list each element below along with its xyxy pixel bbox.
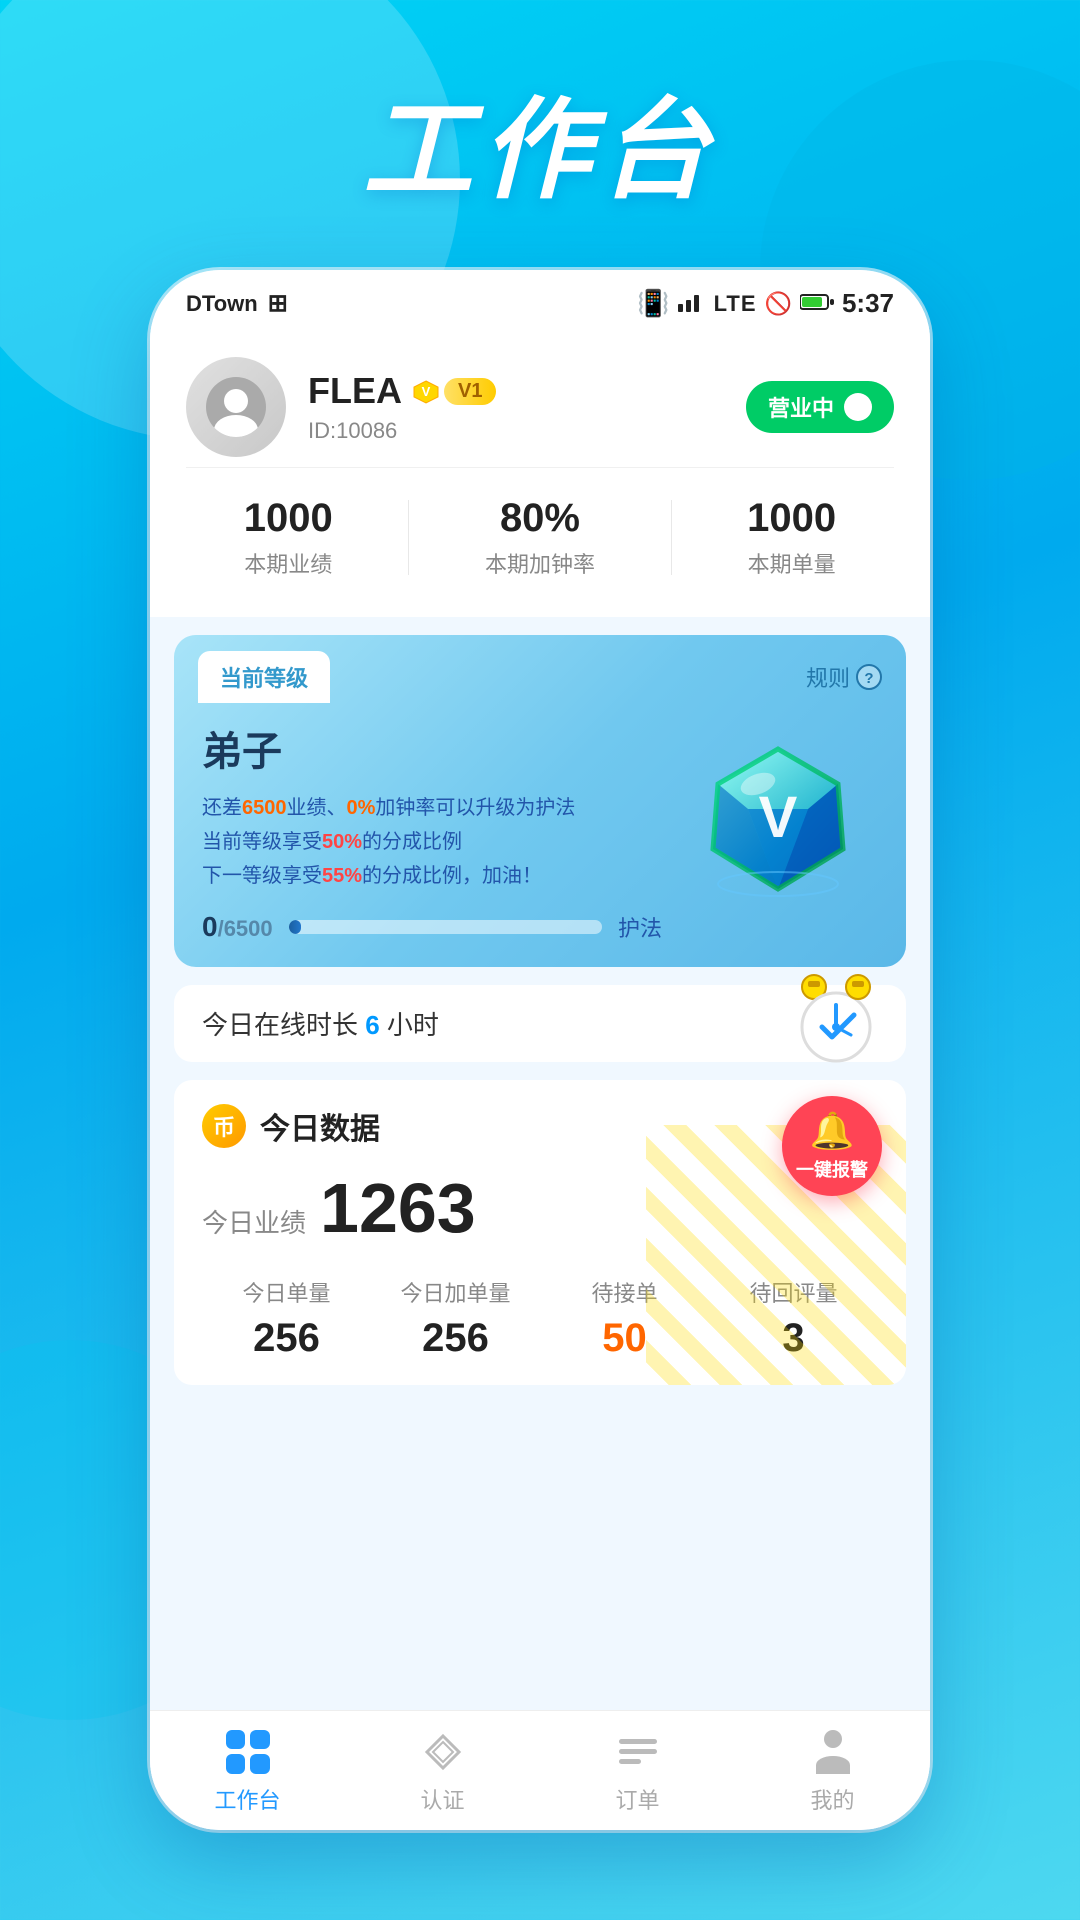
svg-text:V: V	[422, 384, 431, 399]
today-perf-value: 1263	[320, 1168, 476, 1248]
level-card-body: 弟子 还差6500业绩、0%加钟率可以升级为护法 当前等级享受50%的分成比例 …	[174, 703, 906, 967]
workbench-nav-label: 工作台	[214, 1783, 280, 1815]
stat-item-rate: 80% 本期加钟率	[485, 496, 595, 579]
v-badge: V V1	[412, 377, 496, 405]
stat-divider-2	[671, 500, 672, 575]
online-time-text: 今日在线时长 6 小时	[202, 1005, 439, 1042]
lte-label: LTE	[714, 291, 757, 317]
stat-divider-1	[408, 500, 409, 575]
stat-item-performance: 1000 本期业绩	[244, 496, 333, 579]
gem-svg: V	[688, 729, 868, 909]
today-data-card: 币 今日数据 🔔 一键报警 今日业绩 1263 今日单量 256 今日加单量 2	[174, 1080, 906, 1385]
level-progress-row: 0/6500 护法	[202, 911, 662, 943]
data-stat-label-2: 今日加单量	[371, 1276, 540, 1308]
profile-id: ID:10086	[308, 418, 496, 444]
alert-button[interactable]: 🔔 一键报警	[782, 1096, 882, 1196]
grid-icon-shape	[226, 1730, 270, 1774]
person-icon-shape	[813, 1730, 853, 1774]
help-circle-icon: ?	[856, 664, 882, 690]
level-desc-line2: 当前等级享受50%的分成比例	[202, 825, 662, 859]
profile-left: FLEA V V1 ID:10086	[186, 357, 496, 457]
stat-value-orders: 1000	[747, 496, 836, 541]
profile-info: FLEA V V1 ID:10086	[308, 370, 496, 444]
svg-text:?: ?	[864, 670, 873, 687]
status-right: 📳 LTE 🚫 5:37	[637, 288, 894, 319]
level-card: 当前等级 规则 ? 弟子 还差6500业绩、0%加钟率可以升级为护法 当前等级享…	[174, 635, 906, 967]
alert-label: 一键报警	[796, 1156, 868, 1182]
phone-mockup: DTown ⊞ 📳 LTE 🚫	[150, 270, 930, 1830]
level-desc-line3: 下一等级享受55%的分成比例，加油！	[202, 859, 662, 893]
username-label: FLEA	[308, 370, 402, 412]
online-hours: 6	[365, 1010, 379, 1040]
workbench-nav-icon	[223, 1727, 273, 1777]
rules-label: 规则	[806, 661, 850, 693]
stat-label-rate: 本期加钟率	[485, 547, 595, 579]
vibrate-icon: 📳	[637, 288, 669, 319]
auth-nav-icon	[418, 1727, 468, 1777]
online-time-card: 今日在线时长 6 小时	[174, 985, 906, 1062]
page-title: 工作台	[0, 0, 1080, 220]
svg-text:V: V	[759, 785, 798, 850]
level-progress-bar	[289, 920, 602, 934]
data-stat-value-1: 256	[202, 1316, 371, 1361]
mine-nav-label: 我的	[810, 1783, 854, 1815]
stat-value-rate: 80%	[485, 496, 595, 541]
level-tab: 当前等级	[198, 651, 330, 703]
data-card-title: 今日数据	[260, 1104, 380, 1148]
level-gem: V	[678, 719, 878, 919]
level-progress-next: 护法	[618, 911, 662, 943]
clock-icon	[786, 965, 886, 1065]
level-card-header: 当前等级 规则 ?	[174, 635, 906, 703]
level-info: 弟子 还差6500业绩、0%加钟率可以升级为护法 当前等级享受50%的分成比例 …	[202, 719, 662, 943]
battery-icon	[800, 291, 834, 317]
toggle-button[interactable]: 营业中	[746, 381, 894, 433]
alert-bell-icon: 🔔	[810, 1110, 855, 1152]
stats-row: 1000 本期业绩 80% 本期加钟率 1000 本期单量	[186, 467, 894, 589]
status-bar: DTown ⊞ 📳 LTE 🚫	[150, 270, 930, 329]
stat-label-orders: 本期单量	[747, 547, 836, 579]
bottom-nav: 工作台 认证 订单 我的	[150, 1710, 930, 1830]
list-icon-shape	[619, 1739, 657, 1764]
avatar-icon	[206, 377, 266, 437]
stat-label-performance: 本期业绩	[244, 547, 333, 579]
business-toggle[interactable]: 营业中	[746, 381, 894, 433]
level-desc-line1: 还差6500业绩、0%加钟率可以升级为护法	[202, 791, 662, 825]
nav-item-orders[interactable]: 订单	[540, 1727, 735, 1815]
mine-nav-icon	[808, 1727, 858, 1777]
wifi-off-icon: 🚫	[765, 291, 792, 317]
level-progress-fill	[289, 920, 302, 934]
app-content[interactable]: FLEA V V1 ID:10086	[150, 329, 930, 1829]
level-name: 弟子	[202, 719, 662, 777]
profile-name-row: FLEA V V1	[308, 370, 496, 412]
data-stat-add-orders: 今日加单量 256	[371, 1276, 540, 1361]
profile-row: FLEA V V1 ID:10086	[186, 357, 894, 457]
menu-icon: ⊞	[268, 289, 288, 318]
data-stat-label-1: 今日单量	[202, 1276, 371, 1308]
data-stat-daily-orders: 今日单量 256	[202, 1276, 371, 1361]
status-left: DTown ⊞	[186, 289, 288, 318]
level-desc: 还差6500业绩、0%加钟率可以升级为护法 当前等级享受50%的分成比例 下一等…	[202, 791, 662, 893]
avatar	[186, 357, 286, 457]
orders-nav-label: 订单	[615, 1783, 659, 1815]
level-rules[interactable]: 规则 ?	[806, 661, 882, 693]
signal-icon	[678, 290, 706, 318]
nav-item-workbench[interactable]: 工作台	[150, 1727, 345, 1815]
orders-nav-icon	[613, 1727, 663, 1777]
business-status-label: 营业中	[768, 391, 834, 423]
nav-item-auth[interactable]: 认证	[345, 1727, 540, 1815]
status-time: 5:37	[842, 288, 894, 319]
level-progress-val: 0/6500	[202, 911, 273, 943]
diamond-nav-svg	[423, 1732, 463, 1772]
nav-item-mine[interactable]: 我的	[735, 1727, 930, 1815]
stat-value-performance: 1000	[244, 496, 333, 541]
toggle-circle	[844, 393, 872, 421]
today-perf-label: 今日业绩	[202, 1203, 306, 1240]
data-stat-value-2: 256	[371, 1316, 540, 1361]
coin-icon: 币	[202, 1104, 246, 1148]
level-v1-badge: V1	[444, 378, 496, 405]
profile-section: FLEA V V1 ID:10086	[150, 329, 930, 617]
auth-nav-label: 认证	[420, 1783, 464, 1815]
app-name-label: DTown	[186, 291, 258, 317]
stat-item-orders: 1000 本期单量	[747, 496, 836, 579]
